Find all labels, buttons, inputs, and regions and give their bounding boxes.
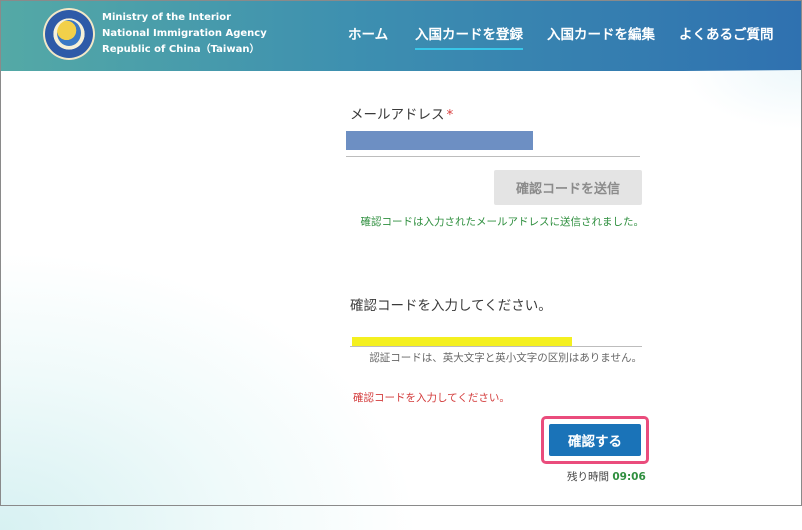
nav-faq[interactable]: よくあるご質問 <box>679 23 774 43</box>
send-code-button[interactable]: 確認コードを送信 <box>494 170 642 205</box>
code-label: 確認コードを入力してください。 <box>350 298 552 314</box>
org-line-3: Republic of China（Taiwan） <box>102 44 260 55</box>
email-redaction <box>346 131 533 150</box>
background-decoration-top <box>682 70 802 130</box>
email-label: メールアドレス * <box>350 103 453 123</box>
nav-edit-arrival-card[interactable]: 入国カードを編集 <box>547 23 655 43</box>
email-label-text: メールアドレス <box>350 107 445 123</box>
org-line-2: National Immigration Agency <box>102 28 267 39</box>
timer-value: 09:06 <box>612 471 646 483</box>
code-input-highlight <box>352 337 572 346</box>
required-mark: * <box>446 107 454 123</box>
remaining-time: 残り時間 09:06 <box>567 469 646 484</box>
confirm-button[interactable]: 確認する <box>549 424 641 456</box>
send-code-success-message: 確認コードは入力されたメールアドレスに送信されました。 <box>360 216 645 228</box>
organization-name: Ministry of the Interior National Immigr… <box>102 10 267 58</box>
code-error-message: 確認コードを入力してください。 <box>353 392 510 404</box>
confirm-button-highlight: 確認する <box>541 416 649 464</box>
site-header: Ministry of the Interior National Immigr… <box>1 1 801 71</box>
nav-register-arrival-card[interactable]: 入国カードを登録 <box>415 23 523 50</box>
nav-home[interactable]: ホーム <box>348 23 388 43</box>
timer-label: 残り時間 <box>567 471 609 483</box>
code-case-note: 認証コードは、英大文字と英小文字の区別はありません。 <box>369 352 642 364</box>
agency-logo-icon[interactable] <box>43 8 95 60</box>
org-line-1: Ministry of the Interior <box>102 12 232 23</box>
globe-icon <box>57 20 81 46</box>
